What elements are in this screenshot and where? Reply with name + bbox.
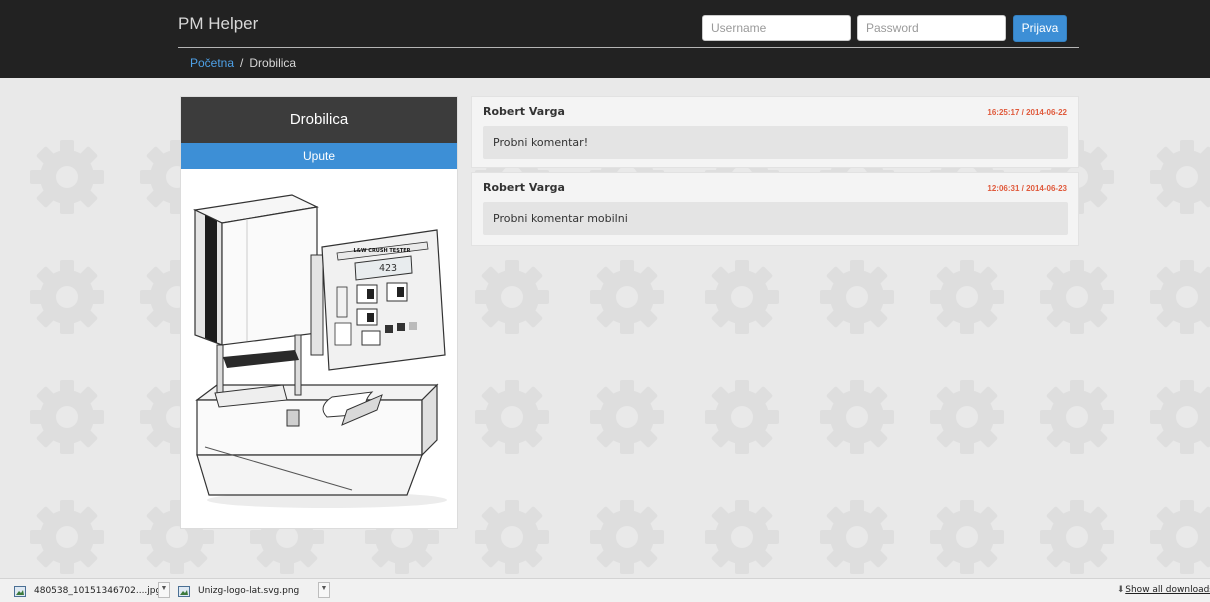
gear-icon bbox=[590, 260, 664, 334]
gear-icon bbox=[1040, 500, 1114, 574]
breadcrumb-separator: / bbox=[240, 56, 244, 70]
gear-icon bbox=[705, 260, 779, 334]
download-filename: 480538_10151346702....jpg bbox=[34, 586, 162, 596]
top-navbar: PM Helper Prijava Početna / Drobilica bbox=[0, 0, 1210, 78]
gear-icon bbox=[590, 500, 664, 574]
panel-display: 423 bbox=[379, 263, 397, 274]
gear-icon bbox=[1150, 140, 1210, 214]
gear-icon bbox=[1040, 260, 1114, 334]
comment-author: Robert Varga bbox=[483, 105, 565, 118]
download-arrow-icon: ⬇ bbox=[1117, 584, 1125, 594]
gear-icon bbox=[930, 260, 1004, 334]
gear-icon bbox=[820, 500, 894, 574]
machine-card: Drobilica Upute L&W CRUSH TESTER 423 bbox=[180, 96, 458, 529]
comment-text: Probni komentar mobilni bbox=[493, 212, 628, 225]
panel-label: L&W CRUSH TESTER bbox=[353, 248, 410, 254]
brand-title[interactable]: PM Helper bbox=[178, 14, 258, 34]
gear-icon bbox=[475, 500, 549, 574]
machine-title: Drobilica bbox=[181, 97, 457, 143]
gear-icon bbox=[705, 500, 779, 574]
comment-body: Probni komentar mobilni bbox=[483, 202, 1068, 235]
crush-tester-image: L&W CRUSH TESTER 423 bbox=[192, 194, 447, 508]
comment-author: Robert Varga bbox=[483, 181, 565, 194]
navbar-divider bbox=[178, 47, 1079, 48]
image-file-icon bbox=[14, 585, 26, 597]
downloads-bar: 480538_10151346702....jpg ▼ Unizg-logo-l… bbox=[0, 578, 1210, 602]
instructions-tab[interactable]: Upute bbox=[181, 143, 457, 169]
comment-text: Probni komentar! bbox=[493, 136, 589, 149]
gear-icon bbox=[930, 500, 1004, 574]
download-item[interactable]: Unizg-logo-lat.svg.png bbox=[178, 582, 299, 600]
show-all-downloads-link[interactable]: Show all downloads bbox=[1125, 585, 1210, 595]
chevron-down-icon[interactable]: ▼ bbox=[318, 582, 330, 598]
gear-icon bbox=[930, 380, 1004, 454]
breadcrumb: Početna / Drobilica bbox=[190, 56, 296, 70]
download-filename: Unizg-logo-lat.svg.png bbox=[198, 586, 300, 596]
gear-icon bbox=[820, 260, 894, 334]
login-button[interactable]: Prijava bbox=[1013, 15, 1067, 42]
gear-icon bbox=[590, 380, 664, 454]
gear-icon bbox=[30, 500, 104, 574]
gear-icon bbox=[1150, 260, 1210, 334]
gear-icon bbox=[820, 380, 894, 454]
username-input[interactable] bbox=[702, 15, 851, 41]
comment-body: Probni komentar! bbox=[483, 126, 1068, 159]
gear-icon bbox=[1040, 380, 1114, 454]
gear-icon bbox=[30, 380, 104, 454]
gear-icon bbox=[1150, 380, 1210, 454]
gear-icon bbox=[30, 260, 104, 334]
comment-card: Robert Varga 16:25:17 / 2014-06-22 Probn… bbox=[471, 96, 1079, 168]
gear-icon bbox=[475, 260, 549, 334]
comment-timestamp: 16:25:17 / 2014-06-22 bbox=[987, 108, 1067, 117]
gear-icon bbox=[1150, 500, 1210, 574]
comment-timestamp: 12:06:31 / 2014-06-23 bbox=[987, 184, 1067, 193]
gear-icon bbox=[705, 380, 779, 454]
chevron-down-icon[interactable]: ▼ bbox=[158, 582, 170, 598]
breadcrumb-home-link[interactable]: Početna bbox=[190, 56, 234, 70]
breadcrumb-current: Drobilica bbox=[249, 56, 297, 70]
password-input[interactable] bbox=[857, 15, 1006, 41]
download-item[interactable]: 480538_10151346702....jpg bbox=[14, 582, 161, 600]
comment-card: Robert Varga 12:06:31 / 2014-06-23 Probn… bbox=[471, 172, 1079, 246]
gear-icon bbox=[475, 380, 549, 454]
gear-icon bbox=[30, 140, 104, 214]
image-file-icon bbox=[178, 585, 190, 597]
